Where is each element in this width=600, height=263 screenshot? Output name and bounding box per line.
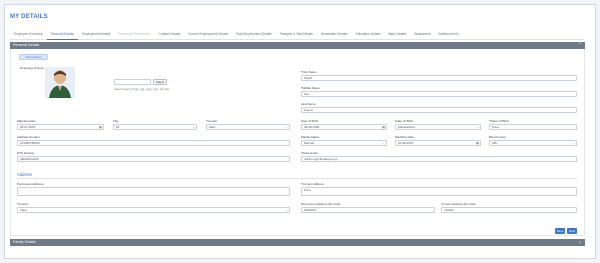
middle-name-label: *Middle Name [301,86,320,90]
dropdown-chevron-icon: ⌄ [285,208,288,212]
blood-group-select[interactable]: AB+ ⌄ [489,140,577,146]
tab-nomination-details[interactable]: Nomination Details [317,31,352,40]
dropdown-chevron-icon: ⌄ [285,125,288,129]
pan-label: PAN Number [17,151,35,155]
current-zip-field[interactable]: 411001 [441,207,577,213]
dropdown-chevron-icon: ⌄ [572,141,575,145]
calendar-icon[interactable]: ▦ [382,125,385,129]
calendar-icon[interactable]: ▦ [99,125,102,129]
work-email-field[interactable]: nilesh.m@vibhalaya.com [301,156,577,162]
first-name-field[interactable]: Nilesh [301,75,577,81]
employee-avatar-icon [45,67,75,98]
view-history-button[interactable]: View History [19,54,48,60]
family-details-header[interactable]: Family Details ⌄ [10,239,585,246]
permanent-zip-label: Permanent Address Zip Code [301,202,341,206]
state-of-birth-label: State Of Birth [395,119,414,123]
work-email-label: *Work Email [301,151,318,155]
current-address-field[interactable]: Pune [301,187,577,196]
dropdown-chevron-icon: ⌄ [382,141,385,145]
select-photo-button[interactable]: Select [153,79,167,85]
marital-status-select[interactable]: Married ⌄ [301,140,387,146]
tab-additional-info[interactable]: Additional Info [434,31,462,40]
tab-personal-details[interactable]: Personal Details [46,31,78,40]
current-zip-label: Current Address Zip Code [441,202,476,206]
personal-details-header[interactable]: Personal Details ⌃ [10,42,585,49]
permanent-address-label: Permanent Address [17,182,44,186]
photo-label: Employee Picture [20,66,44,70]
tab-bar: Employee Summary Personal Details Employme… [10,31,584,40]
gender-select[interactable]: Male ⌄ [206,124,290,130]
place-of-birth-field[interactable]: Pune [489,124,577,130]
last-name-field[interactable]: Kumar [301,107,577,113]
tab-employment-details[interactable]: Employment Details [78,31,114,40]
country-label: *Country [17,202,29,206]
aadhaar-field[interactable]: 123456789012 [17,140,290,146]
dob-label: Date Of Birth [301,119,319,123]
blood-group-label: Blood Group [489,135,506,139]
permanent-address-field[interactable] [17,187,290,196]
aadhaar-label: Aadhaar Number [17,135,40,139]
last-name-label: Last Name [301,102,316,106]
family-details-title: Family Details [13,240,36,244]
gender-label: *Gender [206,119,218,123]
tab-employee-preferences: Employee Preferences [118,32,151,36]
dob-field[interactable]: 09-08-1989 ▦ [301,124,387,130]
dropdown-chevron-icon: ⌄ [192,125,195,129]
current-address-label: *Current Address [301,182,324,186]
first-name-label: *First Name [301,70,317,74]
tab-past-employment-details[interactable]: Past Employment Details [232,31,276,40]
personal-details-title: Personal Details [13,43,40,47]
title-select[interactable]: Mr ⌄ [113,124,197,130]
tab-current-employment-details[interactable]: Current Employment Details [184,31,232,40]
tab-passport-visa-details[interactable]: Passport & Visa Details [276,31,317,40]
middle-name-field[interactable]: Sen [301,91,577,97]
collapse-chevron-icon[interactable]: ⌃ [578,42,582,49]
expand-chevron-icon[interactable]: ⌄ [578,239,582,246]
effective-date-label: Effective Date [17,119,36,123]
save-button[interactable]: Save [555,228,565,234]
page-title: MY DETAILS [10,14,48,20]
pan-field[interactable]: ABCDE1234F [17,156,290,162]
country-select[interactable]: India ⌄ [17,207,290,213]
place-of-birth-label: *Place Of Birth [489,119,509,123]
tab-education-details[interactable]: Education Details [352,31,385,40]
tab-attachment[interactable]: Attachment [410,31,434,40]
state-of-birth-select[interactable]: Maharashtra ⌄ [395,124,481,130]
tab-employee-summary[interactable]: Employee Summary [10,31,47,40]
address-section-title: Address [17,172,33,177]
title-label: Title [113,119,119,123]
effective-date-field[interactable]: 06-07-2015 ▦ [17,124,104,130]
calendar-icon[interactable]: ▦ [476,141,479,145]
photo-path-input[interactable] [114,79,151,85]
photo-hint: (select image of Type: .jpg, .jpeg, .png… [114,88,170,91]
tab-bank-details[interactable]: Bank Details [384,31,410,40]
permanent-zip-field[interactable]: 4000054 [301,207,435,213]
marital-status-label: Marital Status [301,135,320,139]
wedding-date-label: Wedding Date [395,135,414,139]
dropdown-chevron-icon: ⌄ [476,125,479,129]
next-button[interactable]: Next [567,228,577,234]
wedding-date-field[interactable]: 20-08-2015 ▦ [395,140,481,146]
tab-contact-details[interactable]: Contact Details [155,31,185,40]
address-divider [17,178,577,179]
